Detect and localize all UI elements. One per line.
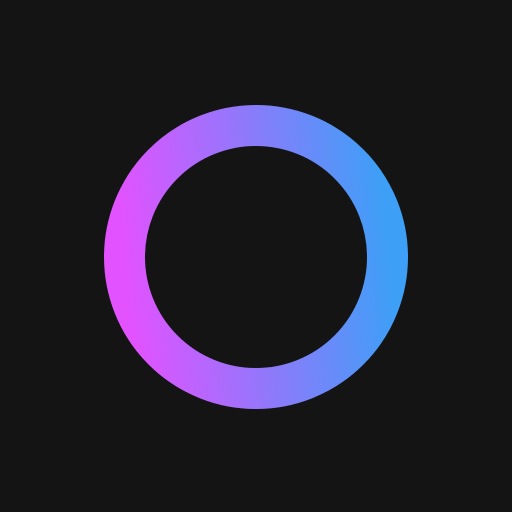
gradient-ring-logo-icon bbox=[104, 105, 408, 409]
ring-shape bbox=[104, 105, 408, 409]
app-icon-canvas bbox=[0, 0, 512, 512]
